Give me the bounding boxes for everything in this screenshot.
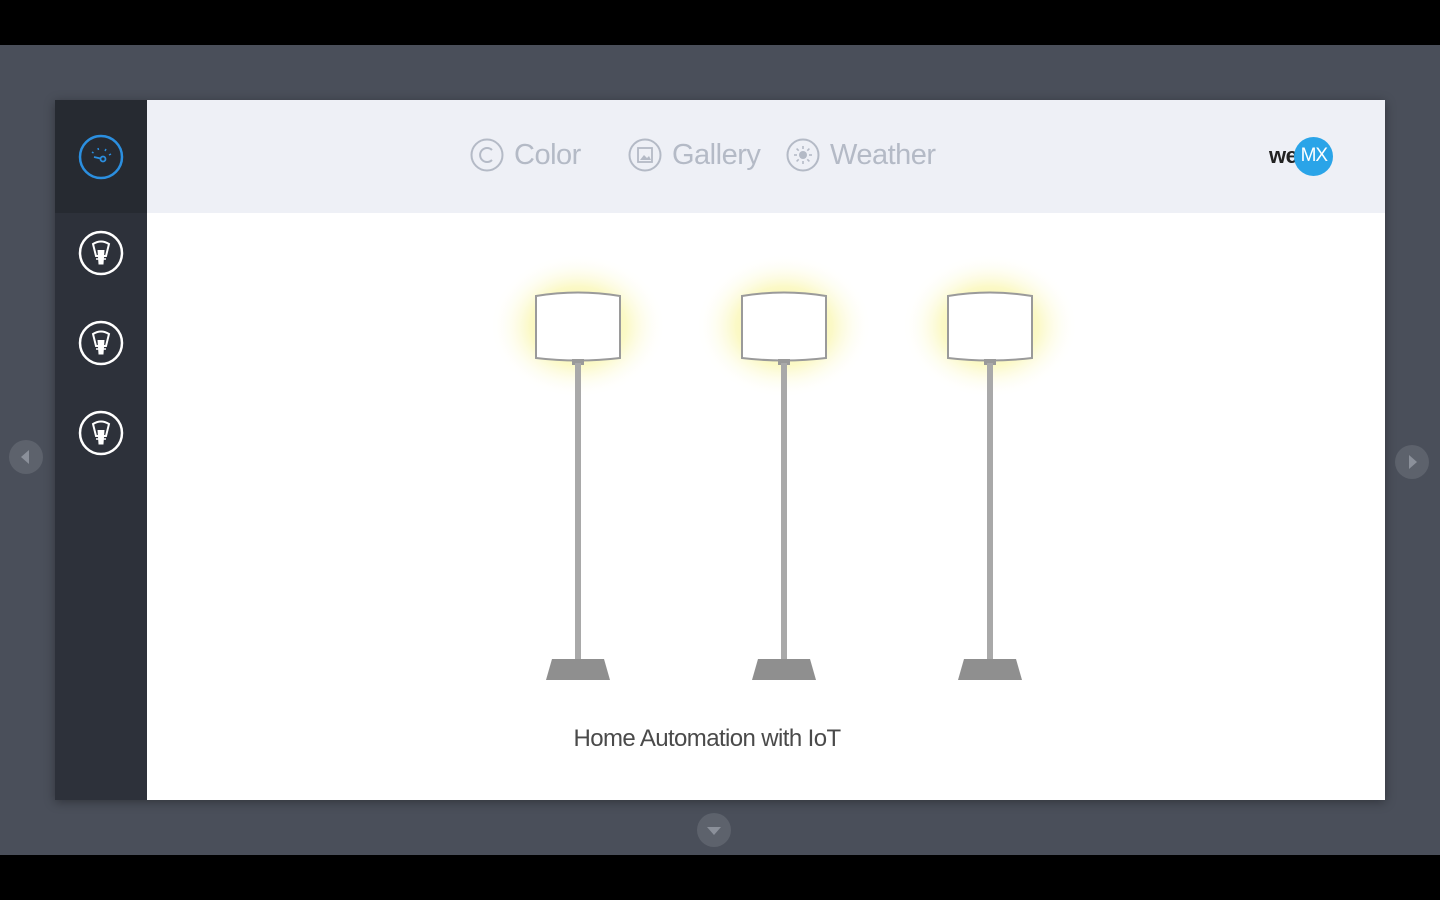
tab-weather[interactable]: Weather [785, 135, 936, 175]
sidebar-item-light-2[interactable] [55, 298, 147, 388]
chevron-left-icon [21, 450, 29, 464]
tab-gallery-label: Gallery [672, 138, 761, 171]
brand-we-text: we [1269, 143, 1298, 168]
next-slide-button[interactable] [1395, 445, 1429, 479]
lamp-area [147, 213, 1385, 693]
sidebar-item-light-3[interactable] [55, 388, 147, 478]
bulb-icon [78, 230, 124, 276]
sidebar-item-light-1[interactable] [55, 208, 147, 298]
sun-icon [786, 138, 820, 172]
image-icon [628, 138, 662, 172]
down-slide-button[interactable] [697, 813, 731, 847]
dial-icon [78, 134, 124, 179]
copyright-circle-icon [470, 138, 504, 172]
presentation-stage: Color Gallery Weather we MX Home Automat… [0, 45, 1440, 855]
chevron-right-icon [1409, 455, 1417, 469]
tab-gallery[interactable]: Gallery [627, 135, 761, 175]
bulb-icon [78, 320, 124, 366]
lamp-2[interactable] [694, 213, 874, 693]
previous-slide-button[interactable] [9, 440, 43, 474]
sidebar [55, 100, 147, 800]
sidebar-item-dashboard[interactable] [55, 100, 147, 213]
tab-weather-label: Weather [830, 138, 936, 171]
chevron-down-icon [707, 827, 721, 835]
page-caption: Home Automation with IoT [573, 725, 841, 752]
lamp-3[interactable] [900, 213, 1080, 693]
lamp-1[interactable] [488, 213, 668, 693]
app-frame: Color Gallery Weather we MX Home Automat… [55, 100, 1385, 800]
tab-color[interactable]: Color [469, 135, 581, 175]
main-panel: Color Gallery Weather we MX [147, 100, 1385, 800]
brand-mx-badge: MX [1294, 136, 1334, 176]
top-nav: Color Gallery Weather we MX [147, 100, 1385, 213]
tab-color-label: Color [514, 138, 581, 171]
brand-logo: we MX [1269, 136, 1334, 176]
bulb-icon [78, 410, 124, 456]
